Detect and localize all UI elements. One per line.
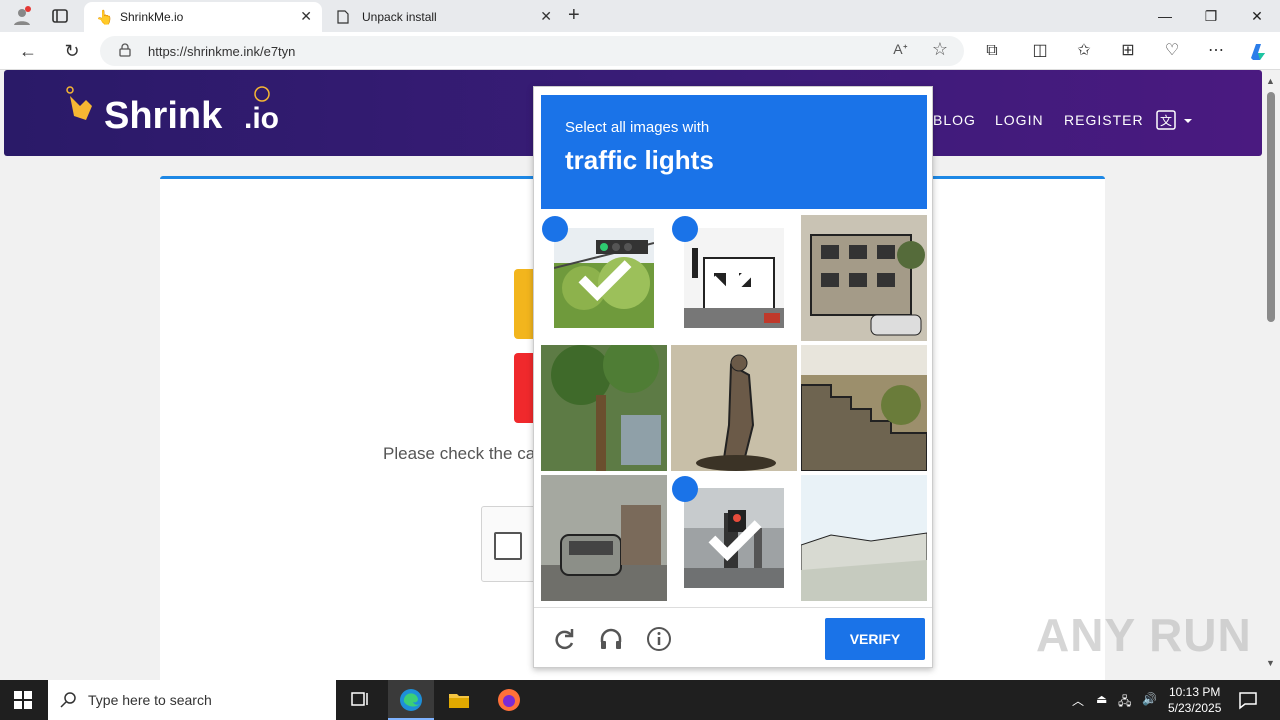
- edge-taskbar-button[interactable]: [388, 680, 434, 720]
- hand-favicon-icon: 👆: [96, 9, 114, 25]
- clock-time: 10:13 PM: [1169, 685, 1221, 699]
- nav-blog[interactable]: BLOG: [933, 112, 976, 128]
- nav-register[interactable]: REGISTER: [1064, 112, 1144, 128]
- tab-label: Unpack install: [362, 10, 437, 24]
- favorites-icon[interactable]: ✩: [1072, 40, 1096, 64]
- apartment-building-image: [801, 215, 927, 341]
- network-icon[interactable]: 🖧: [1118, 692, 1131, 713]
- captcha-tile-2[interactable]: [671, 215, 797, 341]
- close-window-icon[interactable]: ✕: [1234, 4, 1280, 28]
- copilot-icon[interactable]: [1246, 40, 1270, 64]
- selected-check-icon: [672, 216, 762, 302]
- new-tab-icon[interactable]: +: [568, 4, 580, 27]
- captcha-tile-3[interactable]: [801, 215, 927, 341]
- system-clock[interactable]: 10:13 PM 5/23/2025: [1168, 684, 1221, 716]
- shrinkme-logo[interactable]: Shrink .io: [64, 84, 304, 140]
- browser-titlebar: 👆 ShrinkMe.io ✕ Unpack install ✕ + — ❐ ✕: [0, 0, 1280, 32]
- selected-check-icon: [542, 216, 632, 302]
- page-scrollbar[interactable]: ▲ ▼: [1262, 70, 1280, 680]
- captcha-target: traffic lights: [565, 145, 714, 175]
- scroll-down-icon[interactable]: ▼: [1266, 658, 1275, 668]
- browser-essentials-icon[interactable]: ♡: [1160, 40, 1184, 64]
- task-view-icon[interactable]: [348, 688, 372, 712]
- url-text[interactable]: https://shrinkme.ink/e7tyn: [148, 44, 295, 59]
- nav-login[interactable]: LOGIN: [995, 112, 1044, 128]
- svg-text:.io: .io: [244, 102, 279, 135]
- coastline-image: [801, 475, 927, 601]
- minimize-icon[interactable]: —: [1142, 4, 1188, 28]
- statue-image: [671, 345, 797, 471]
- profile-icon[interactable]: [12, 6, 32, 26]
- usb-icon[interactable]: ⏏: [1096, 692, 1107, 706]
- clock-date: 5/23/2025: [1168, 701, 1222, 715]
- tab-label: ShrinkMe.io: [120, 10, 184, 24]
- volume-icon[interactable]: 🔊: [1142, 692, 1157, 706]
- extensions-icon[interactable]: ⧉: [980, 40, 1004, 64]
- tab-actions-icon[interactable]: [50, 6, 70, 26]
- audio-challenge-icon[interactable]: [598, 626, 624, 652]
- edge-icon: [400, 689, 422, 711]
- captcha-header: Select all images with traffic lights: [541, 95, 927, 209]
- file-explorer-icon[interactable]: [447, 688, 471, 712]
- taskbar-search-box[interactable]: Type here to search: [48, 680, 336, 720]
- notifications-icon[interactable]: [1236, 688, 1260, 712]
- stairs-hillside-image: [801, 345, 927, 471]
- windows-start-icon[interactable]: [14, 691, 32, 709]
- svg-text:文: 文: [1160, 113, 1172, 128]
- close-tab-icon[interactable]: ✕: [300, 8, 312, 25]
- captcha-instruction-text: Please check the ca: [383, 444, 536, 463]
- close-tab-icon[interactable]: ✕: [540, 8, 552, 25]
- tab-shrinkme[interactable]: 👆 ShrinkMe.io ✕: [84, 2, 322, 32]
- anyrun-watermark: ANY RUN: [1036, 609, 1252, 661]
- scrollbar-thumb[interactable]: [1267, 92, 1275, 322]
- captcha-tile-4[interactable]: [541, 345, 667, 471]
- restore-icon[interactable]: ❐: [1188, 4, 1234, 28]
- lock-icon[interactable]: [118, 43, 132, 57]
- palm-tree-image: [541, 345, 667, 471]
- captcha-tile-1[interactable]: [541, 215, 667, 341]
- back-icon[interactable]: ←: [16, 40, 40, 64]
- captcha-tile-8[interactable]: [671, 475, 797, 601]
- captcha-instruction: Select all images with: [565, 119, 710, 136]
- captcha-tile-9[interactable]: [801, 475, 927, 601]
- captcha-challenge: Select all images with traffic lights VE…: [533, 86, 933, 668]
- page-icon: [337, 10, 349, 24]
- captcha-tile-6[interactable]: [801, 345, 927, 471]
- browser-toolbar: ← ↻ https://shrinkme.ink/e7tyn Aᐩ ☆ ⧉ ◫ …: [0, 32, 1280, 70]
- favorite-star-icon[interactable]: ☆: [932, 39, 948, 60]
- scroll-up-icon[interactable]: ▲: [1266, 76, 1275, 86]
- tab-unpack-install[interactable]: Unpack install ✕: [326, 2, 562, 32]
- verify-button[interactable]: VERIFY: [825, 618, 925, 660]
- language-selector-icon[interactable]: 文: [1156, 110, 1196, 132]
- collections-icon[interactable]: ⊞: [1116, 40, 1140, 64]
- captcha-tile-5[interactable]: [671, 345, 797, 471]
- recaptcha-checkbox[interactable]: [494, 532, 522, 560]
- reload-icon[interactable]: [551, 626, 577, 652]
- info-icon[interactable]: [646, 626, 672, 652]
- captcha-footer: VERIFY: [534, 607, 932, 667]
- refresh-icon[interactable]: ↻: [60, 40, 84, 64]
- address-bar[interactable]: https://shrinkme.ink/e7tyn Aᐩ ☆: [100, 36, 964, 66]
- read-aloud-icon[interactable]: Aᐩ: [893, 41, 908, 58]
- show-hidden-icons[interactable]: ︿: [1072, 692, 1084, 709]
- windows-taskbar: Type here to search ︿ ⏏ 🖧 🔊 10:13 PM 5/2…: [0, 680, 1280, 720]
- more-options-icon[interactable]: ⋯: [1204, 40, 1228, 64]
- selected-check-icon: [672, 476, 762, 562]
- search-icon: [60, 692, 76, 708]
- search-placeholder: Type here to search: [88, 692, 212, 708]
- svg-text:Shrink: Shrink: [104, 95, 223, 137]
- captcha-tile-7[interactable]: [541, 475, 667, 601]
- firefox-icon[interactable]: [497, 688, 521, 712]
- street-cars-image: [541, 475, 667, 601]
- split-screen-icon[interactable]: ◫: [1028, 40, 1052, 64]
